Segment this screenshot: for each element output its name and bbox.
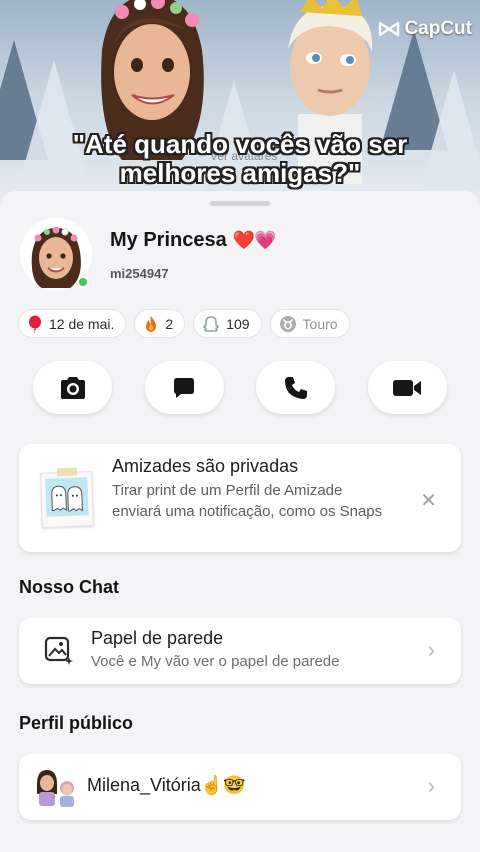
- video-caption-line-2: melhores amigas?": [119, 158, 361, 188]
- section-heading-public-profile: Perfil público: [19, 713, 134, 733]
- public-profile-name-row: Milena_Vitória☝️🤓: [87, 775, 246, 796]
- public-profile-row[interactable]: Milena_Vitória☝️🤓 ›: [19, 754, 461, 820]
- chat-icon: [174, 377, 195, 398]
- profile-name: My Princesa: [110, 229, 227, 251]
- camera-icon: [60, 376, 85, 399]
- profile-username: mi254947: [110, 266, 169, 281]
- wallpaper-row[interactable]: Papel de parede Você e My vão ver o pape…: [19, 618, 461, 684]
- privacy-body: Tirar print de um Perfil de Amizade envi…: [112, 482, 383, 520]
- avatar[interactable]: [20, 218, 92, 290]
- privacy-notice-card: Amizades são privadas Tirar print de um …: [19, 444, 461, 552]
- screen: CapCut Ver avatares "Até quando vocês vã…: [0, 0, 480, 852]
- online-indicator: [77, 276, 89, 288]
- public-profile-emoji: ☝️🤓: [200, 775, 246, 795]
- video-preview: CapCut Ver avatares "Até quando vocês vã…: [0, 0, 480, 215]
- watermark-text: CapCut: [404, 18, 472, 39]
- chip-zodiac[interactable]: Touro: [269, 309, 350, 338]
- capcut-watermark: CapCut: [378, 18, 472, 40]
- friendship-chips: 12 de mai. 2 109 Touro: [18, 309, 350, 338]
- zodiac-icon: [279, 315, 296, 332]
- tape-decoration: [56, 467, 78, 477]
- chat-button[interactable]: [144, 361, 224, 414]
- balloon-icon: [29, 315, 41, 333]
- section-heading-our-chat: Nosso Chat: [19, 577, 120, 597]
- chip-label: 2: [165, 315, 174, 332]
- quick-actions: [33, 361, 447, 414]
- sheet-grabber[interactable]: [210, 201, 270, 206]
- chevron-right-icon: ›: [427, 773, 435, 798]
- video-call-button[interactable]: [367, 361, 447, 414]
- phone-icon: [284, 376, 307, 399]
- chip-label: Touro: [302, 315, 338, 332]
- photo-area: [45, 477, 89, 517]
- chip-streak[interactable]: 2: [134, 309, 186, 338]
- chevron-right-icon: ›: [427, 637, 435, 662]
- public-profile-name: Milena_Vitória: [87, 775, 201, 795]
- chip-label: 12 de mai.: [49, 315, 115, 332]
- chip-snap-score[interactable]: 109: [193, 309, 262, 338]
- profile-name-row: My Princesa ❤️💗: [110, 229, 277, 252]
- fire-icon: [146, 315, 157, 332]
- chip-birthday[interactable]: 12 de mai.: [18, 309, 127, 338]
- friendship-photo-illustration: [40, 467, 94, 528]
- capcut-logo-icon: [379, 21, 400, 37]
- privacy-title: Amizades são privadas: [112, 456, 299, 476]
- wallpaper-title: Papel de parede: [91, 628, 224, 648]
- video-icon: [393, 379, 422, 396]
- profile-name-emoji: ❤️💗: [232, 230, 277, 250]
- ghosts-image: [51, 485, 83, 512]
- public-profile-avatar: [37, 770, 74, 807]
- wallpaper-subtitle: Você e My vão ver o papel de parede: [91, 653, 340, 670]
- video-caption-line-1: "Até quando vocês vão ser: [72, 129, 408, 159]
- wallpaper-icon: [44, 636, 73, 665]
- snap-score-icon: [203, 315, 219, 332]
- chip-label: 109: [226, 315, 250, 332]
- call-button[interactable]: [256, 361, 336, 414]
- close-icon[interactable]: ✕: [420, 488, 437, 513]
- friend-profile-sheet: My Princesa ❤️💗 mi254947 12 de mai. 2 10…: [0, 191, 480, 852]
- camera-button[interactable]: [33, 361, 112, 414]
